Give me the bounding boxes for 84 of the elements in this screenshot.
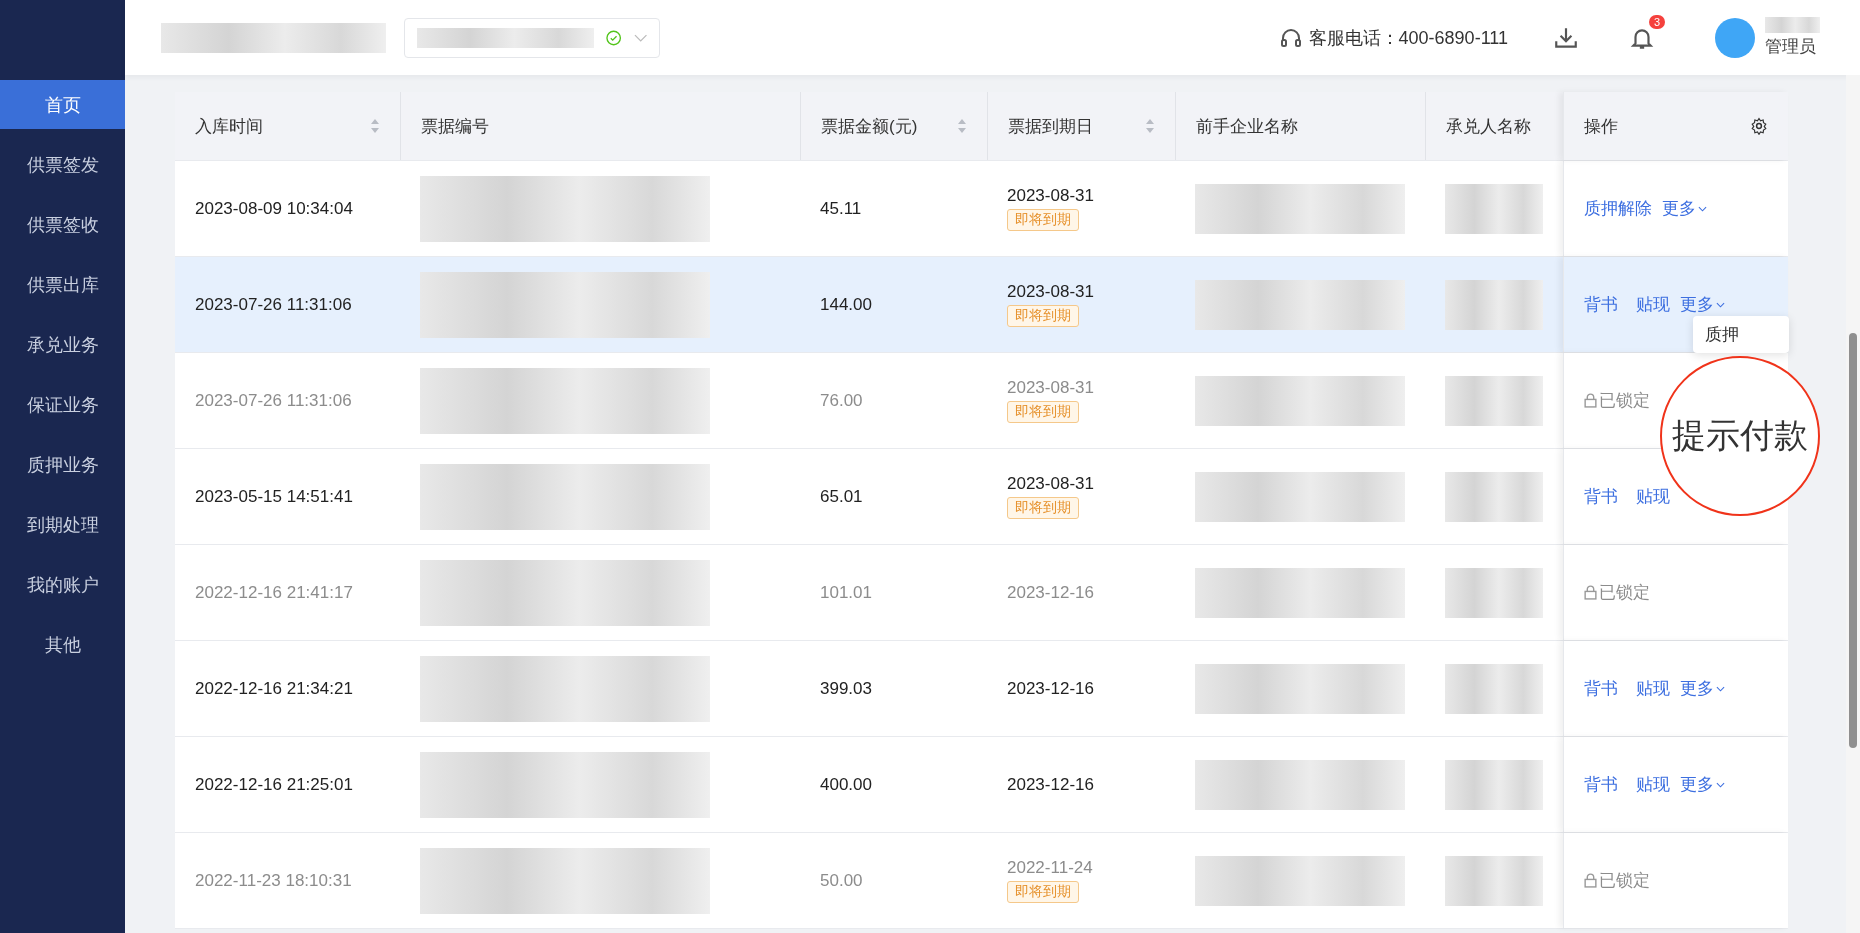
sidebar-item[interactable]: 承兑业务	[0, 320, 125, 369]
expiring-tag: 即将到期	[1007, 305, 1079, 327]
expiring-tag: 即将到期	[1007, 209, 1079, 231]
action-link[interactable]: 贴现	[1636, 677, 1670, 700]
table-cell: 2023-05-15 14:51:41	[195, 486, 353, 507]
table-cell: 50.00	[820, 870, 863, 891]
sidebar-item[interactable]: 其他	[0, 620, 125, 669]
column-header: 票据到期日	[1008, 115, 1093, 138]
table-cell: 399.03	[820, 678, 872, 699]
lock-icon	[1584, 393, 1597, 408]
column-header: 入库时间	[195, 115, 263, 138]
table-cell: 45.11	[820, 198, 862, 219]
more-link[interactable]: 更多	[1680, 293, 1725, 316]
action-link[interactable]: 背书	[1584, 677, 1618, 700]
table-cell: 101.01	[820, 582, 872, 603]
table-cell: 2023-12-16	[1007, 678, 1094, 699]
locked-label: 已锁定	[1599, 870, 1650, 892]
sidebar-item[interactable]: 我的账户	[0, 560, 125, 609]
expiring-tag: 即将到期	[1007, 401, 1079, 423]
table-cell: 400.00	[820, 774, 872, 795]
action-link[interactable]: 质押解除	[1584, 197, 1652, 220]
more-link[interactable]: 更多	[1662, 197, 1707, 220]
column-header: 前手企业名称	[1196, 115, 1298, 138]
more-link[interactable]: 更多	[1680, 677, 1725, 700]
table-cell: 2022-11-24	[1007, 858, 1093, 878]
table-cell: 65.01	[820, 486, 863, 507]
column-header: 操作	[1584, 115, 1618, 138]
table-cell: 2023-08-09 10:34:04	[195, 198, 353, 219]
table-cell: 76.00	[820, 390, 863, 411]
table-cell: 2023-07-26 11:31:06	[195, 294, 352, 315]
locked-label: 已锁定	[1599, 390, 1650, 412]
expiring-tag: 即将到期	[1007, 881, 1079, 903]
action-link[interactable]: 贴现	[1636, 485, 1670, 508]
chevron-down-icon	[1716, 685, 1725, 692]
chevron-down-icon	[633, 33, 647, 42]
menu-item[interactable]: 质押	[1693, 319, 1789, 350]
action-link[interactable]: 背书	[1584, 485, 1618, 508]
column-header: 票据金额(元)	[821, 115, 918, 138]
table-cell: 2023-08-31	[1007, 186, 1094, 206]
expiring-tag: 即将到期	[1007, 497, 1079, 519]
table-cell: 2023-07-26 11:31:06	[195, 390, 352, 411]
settings-icon[interactable]	[1750, 117, 1768, 135]
check-circle-icon	[606, 29, 622, 46]
more-link[interactable]: 更多	[1680, 773, 1725, 796]
table-cell: 2022-12-16 21:41:17	[195, 582, 353, 603]
chevron-down-icon	[1716, 301, 1725, 308]
sort-icon[interactable]	[1145, 118, 1155, 134]
sidebar-item[interactable]: 保证业务	[0, 380, 125, 429]
sidebar-item[interactable]: 供票出库	[0, 260, 125, 309]
sidebar-item[interactable]: 首页	[0, 80, 125, 129]
lock-icon	[1584, 873, 1597, 888]
company-select[interactable]	[404, 17, 660, 58]
action-link[interactable]: 背书	[1584, 293, 1618, 316]
action-link[interactable]: 贴现	[1636, 773, 1670, 796]
redacted-block	[1765, 17, 1820, 33]
sidebar-item[interactable]: 供票签发	[0, 140, 125, 189]
table-cell: 2022-11-23 18:10:31	[195, 870, 352, 891]
notification-badge: 3	[1648, 14, 1665, 29]
sidebar-item[interactable]: 到期处理	[0, 500, 125, 549]
table-cell: 2023-12-16	[1007, 582, 1094, 603]
lock-icon	[1584, 585, 1597, 600]
sort-icon[interactable]	[957, 118, 967, 134]
table-cell: 2023-08-31	[1007, 378, 1094, 398]
table-cell: 2023-08-31	[1007, 282, 1094, 302]
service-phone: 客服电话：400-6890-111	[1308, 26, 1508, 50]
sort-icon[interactable]	[370, 118, 380, 134]
table-cell: 2023-12-16	[1007, 774, 1094, 795]
sidebar-item[interactable]: 质押业务	[0, 440, 125, 489]
action-link[interactable]: 贴现	[1636, 293, 1670, 316]
table-cell: 144.00	[820, 294, 872, 315]
table-cell: 2022-12-16 21:34:21	[195, 678, 353, 699]
locked-label: 已锁定	[1599, 582, 1650, 604]
scrollbar[interactable]	[1846, 75, 1860, 933]
chevron-down-icon	[1698, 205, 1707, 212]
table-cell: 2022-12-16 21:25:01	[195, 774, 353, 795]
chevron-down-icon	[1716, 781, 1725, 788]
action-link[interactable]: 背书	[1584, 773, 1618, 796]
column-header: 票据编号	[421, 115, 489, 138]
table-cell: 2023-08-31	[1007, 474, 1094, 494]
avatar[interactable]	[1715, 17, 1755, 58]
magnified-text: 提示付款	[1672, 415, 1808, 456]
column-header: 承兑人名称	[1446, 115, 1531, 138]
sidebar-item[interactable]: 供票签收	[0, 200, 125, 249]
user-role: 管理员	[1765, 36, 1817, 58]
